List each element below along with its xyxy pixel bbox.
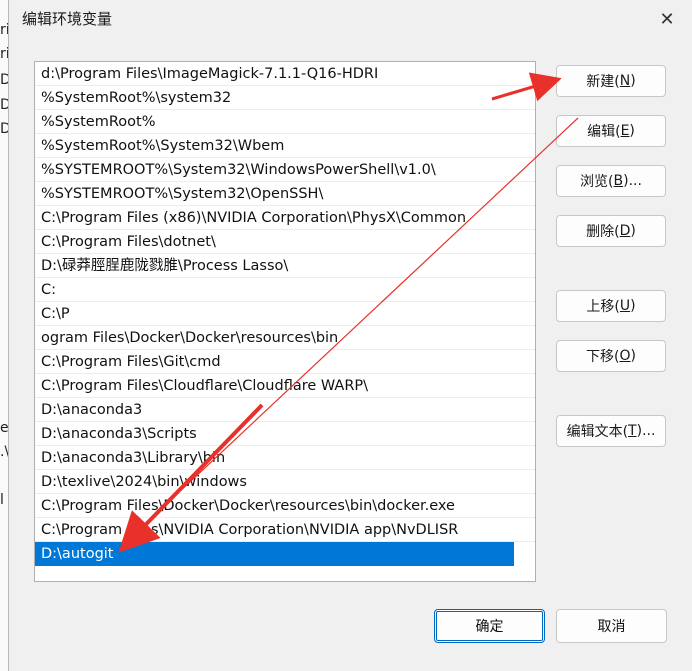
- path-item[interactable]: D:\碌莽脛脭鹿陇戮脽\Process Lasso\: [35, 254, 535, 278]
- move-down-button-end: ): [630, 348, 636, 364]
- delete-button-end: ): [630, 223, 636, 239]
- path-item[interactable]: D:\texlive\2024\bin\windows: [35, 470, 535, 494]
- path-item[interactable]: ogram Files\Docker\Docker\resources\bin: [35, 326, 535, 350]
- browse-button-key: B: [613, 173, 624, 189]
- path-item[interactable]: %SystemRoot%\System32\Wbem: [35, 134, 535, 158]
- path-item-selected[interactable]: D:\autogit: [35, 542, 514, 566]
- dialog-title: 编辑环境变量: [22, 10, 113, 28]
- move-down-button-key: O: [619, 348, 631, 364]
- path-item[interactable]: C:\Program Files\Cloudflare\Cloudflare W…: [35, 374, 535, 398]
- path-item[interactable]: %SYSTEMROOT%\System32\WindowsPowerShell\…: [35, 158, 535, 182]
- path-item[interactable]: C:\Program Files\Docker\Docker\resources…: [35, 494, 535, 518]
- browse-button[interactable]: 浏览(B)...: [556, 165, 666, 197]
- delete-button[interactable]: 删除(D): [556, 215, 666, 247]
- path-item[interactable]: C:\P: [35, 302, 535, 326]
- new-button-end: ): [630, 73, 636, 89]
- delete-button-label: 删除(: [586, 224, 620, 240]
- edit-button-key: E: [620, 123, 630, 139]
- move-up-button-label: 上移(: [586, 299, 620, 315]
- cancel-button[interactable]: 取消: [556, 609, 667, 643]
- path-item[interactable]: %SystemRoot%\system32: [35, 86, 535, 110]
- path-item[interactable]: C:\Program Files\NVIDIA Corporation\NVID…: [35, 518, 535, 542]
- move-up-button[interactable]: 上移(U): [556, 290, 666, 322]
- move-up-button-end: ): [630, 298, 636, 314]
- ok-button[interactable]: 确定: [434, 609, 545, 643]
- new-button-label: 新建(: [586, 74, 620, 90]
- path-item[interactable]: C:\Program Files\dotnet\: [35, 230, 535, 254]
- path-item[interactable]: C:\Program Files (x86)\NVIDIA Corporatio…: [35, 206, 535, 230]
- move-down-button-label: 下移(: [586, 349, 620, 365]
- path-item[interactable]: D:\anaconda3: [35, 398, 535, 422]
- edit-env-variable-dialog: 编辑环境变量 ✕ d:\Program Files\ImageMagick-7.…: [8, 0, 692, 671]
- edit-text-button[interactable]: 编辑文本(T)...: [556, 415, 666, 447]
- edit-button-label: 编辑(: [587, 124, 621, 140]
- edit-text-button-key: T: [628, 423, 637, 439]
- path-item[interactable]: C:: [35, 278, 535, 302]
- move-down-button[interactable]: 下移(O): [556, 340, 666, 372]
- browse-button-end: )...: [623, 173, 642, 189]
- path-item[interactable]: %SystemRoot%: [35, 110, 535, 134]
- path-item[interactable]: C:\Program Files\Git\cmd: [35, 350, 535, 374]
- edit-text-button-end: )...: [636, 423, 656, 439]
- path-item[interactable]: D:\anaconda3\Library\bin: [35, 446, 535, 470]
- edit-text-button-label: 编辑文本(: [566, 424, 629, 440]
- browse-button-label: 浏览(: [580, 174, 614, 190]
- move-up-button-key: U: [619, 298, 631, 314]
- title-bar: 编辑环境变量 ✕: [9, 0, 692, 38]
- new-button[interactable]: 新建(N): [556, 65, 666, 97]
- path-item[interactable]: D:\anaconda3\Scripts: [35, 422, 535, 446]
- close-icon[interactable]: ✕: [653, 6, 681, 32]
- background-text-fragment: l: [0, 492, 4, 508]
- delete-button-key: D: [619, 223, 631, 239]
- edit-button-end: ): [629, 123, 635, 139]
- path-item[interactable]: d:\Program Files\ImageMagick-7.1.1-Q16-H…: [35, 62, 535, 86]
- path-list[interactable]: d:\Program Files\ImageMagick-7.1.1-Q16-H…: [34, 61, 536, 582]
- path-item[interactable]: %SYSTEMROOT%\System32\OpenSSH\: [35, 182, 535, 206]
- new-button-key: N: [619, 73, 631, 89]
- edit-button[interactable]: 编辑(E): [556, 115, 666, 147]
